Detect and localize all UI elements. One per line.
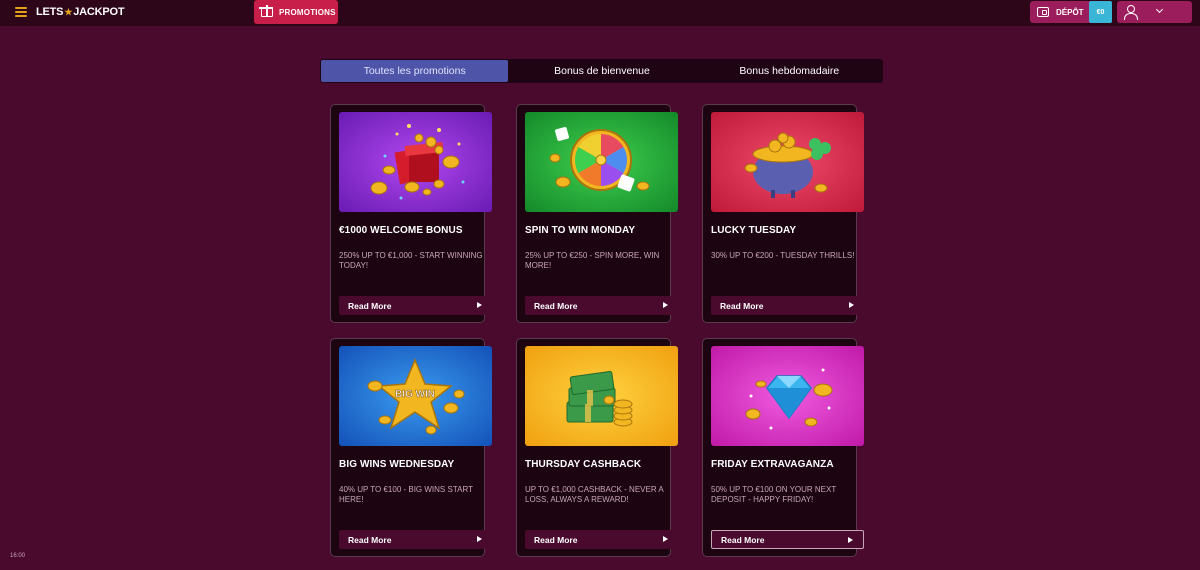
tab-welcome-bonus[interactable]: Bonus de bienvenue bbox=[508, 59, 695, 83]
tab-all-promotions[interactable]: Toutes les promotions bbox=[321, 60, 509, 82]
promo-card-spin-monday: SPIN TO WIN MONDAY 25% UP TO €250 - SPIN… bbox=[516, 104, 678, 323]
balance-badge[interactable]: €0 bbox=[1089, 1, 1112, 23]
promo-title: THURSDAY CASHBACK bbox=[525, 459, 642, 470]
user-icon bbox=[1124, 5, 1138, 20]
site-logo[interactable]: LETS★JACKPOT bbox=[36, 6, 125, 18]
promotions-button[interactable]: PROMOTIONS bbox=[254, 0, 338, 24]
play-arrow-icon bbox=[849, 302, 854, 308]
tab-weekly-bonus[interactable]: Bonus hebdomadaire bbox=[696, 59, 883, 83]
read-more-button[interactable]: Read More bbox=[525, 530, 678, 549]
promo-description: 40% UP TO €100 - BIG WINS START HERE! bbox=[339, 485, 473, 504]
promo-description: UP TO €1,000 CASHBACK - NEVER A LOSS, AL… bbox=[525, 485, 664, 504]
wallet-icon bbox=[1037, 7, 1049, 17]
read-more-label: Read More bbox=[534, 534, 578, 545]
gift-icon bbox=[259, 5, 273, 17]
read-more-label: Read More bbox=[348, 534, 392, 545]
top-bar: LETS★JACKPOT PROMOTIONS DÉPÔT €0 bbox=[0, 0, 1200, 26]
read-more-label: Read More bbox=[721, 534, 765, 545]
promo-card-friday-extravaganza: FRIDAY EXTRAVAGANZA 50% UP TO €100 ON YO… bbox=[702, 338, 864, 557]
deposit-label: DÉPÔT bbox=[1056, 7, 1084, 17]
big-win-text: BIG WIN bbox=[395, 389, 435, 400]
promo-card-welcome: €1000 WELCOME BONUS 250% UP TO €1,000 - … bbox=[330, 104, 492, 323]
logo-star-icon: ★ bbox=[64, 7, 73, 17]
promo-description: 250% UP TO €1,000 - START WINNING TODAY! bbox=[339, 251, 483, 270]
promo-image-diamond[interactable] bbox=[711, 346, 864, 446]
logo-text-jackpot: JACKPOT bbox=[73, 6, 125, 18]
promo-image-lucky[interactable] bbox=[711, 112, 864, 212]
read-more-button[interactable]: Read More bbox=[339, 296, 492, 315]
promo-title: €1000 WELCOME BONUS bbox=[339, 225, 463, 236]
promo-image-welcome[interactable] bbox=[339, 112, 492, 212]
hamburger-menu-icon[interactable] bbox=[15, 6, 27, 18]
clock-text: 16:00 bbox=[10, 553, 26, 559]
chevron-down-icon bbox=[1155, 5, 1164, 14]
read-more-label: Read More bbox=[534, 300, 578, 311]
promo-card-thursday-cashback: THURSDAY CASHBACK UP TO €1,000 CASHBACK … bbox=[516, 338, 678, 557]
promo-title: SPIN TO WIN MONDAY bbox=[525, 225, 636, 236]
promo-card-big-wins-wednesday: BIG WIN BIG WINS WEDNESDAY 40% UP TO €10… bbox=[330, 338, 492, 557]
user-menu-button[interactable] bbox=[1117, 1, 1192, 23]
play-arrow-icon bbox=[477, 302, 482, 308]
play-arrow-icon bbox=[477, 536, 482, 542]
play-arrow-icon bbox=[663, 536, 668, 542]
promotions-label: PROMOTIONS bbox=[279, 7, 336, 17]
promo-image-cashback[interactable] bbox=[525, 346, 678, 446]
promo-title: FRIDAY EXTRAVAGANZA bbox=[711, 459, 834, 470]
promo-image-big-win[interactable]: BIG WIN bbox=[339, 346, 492, 446]
promotion-tabs: Toutes les promotions Bonus de bienvenue… bbox=[320, 59, 883, 83]
play-arrow-icon bbox=[848, 537, 853, 543]
read-more-button[interactable]: Read More bbox=[711, 530, 864, 549]
promo-title: LUCKY TUESDAY bbox=[711, 225, 797, 236]
promo-description: 25% UP TO €250 - SPIN MORE, WIN MORE! bbox=[525, 251, 660, 270]
promo-description: 50% UP TO €100 ON YOUR NEXT DEPOSIT - HA… bbox=[711, 485, 837, 504]
read-more-label: Read More bbox=[348, 300, 392, 311]
read-more-button[interactable]: Read More bbox=[711, 296, 864, 315]
play-arrow-icon bbox=[663, 302, 668, 308]
read-more-button[interactable]: Read More bbox=[525, 296, 678, 315]
logo-text-lets: LETS bbox=[36, 6, 64, 18]
promo-description: 30% UP TO €200 - TUESDAY THRILLS! bbox=[711, 251, 855, 260]
promo-image-spin[interactable] bbox=[525, 112, 678, 212]
read-more-button[interactable]: Read More bbox=[339, 530, 492, 549]
read-more-label: Read More bbox=[720, 300, 764, 311]
promo-card-lucky-tuesday: LUCKY TUESDAY 30% UP TO €200 - TUESDAY T… bbox=[702, 104, 864, 323]
promo-title: BIG WINS WEDNESDAY bbox=[339, 459, 455, 470]
